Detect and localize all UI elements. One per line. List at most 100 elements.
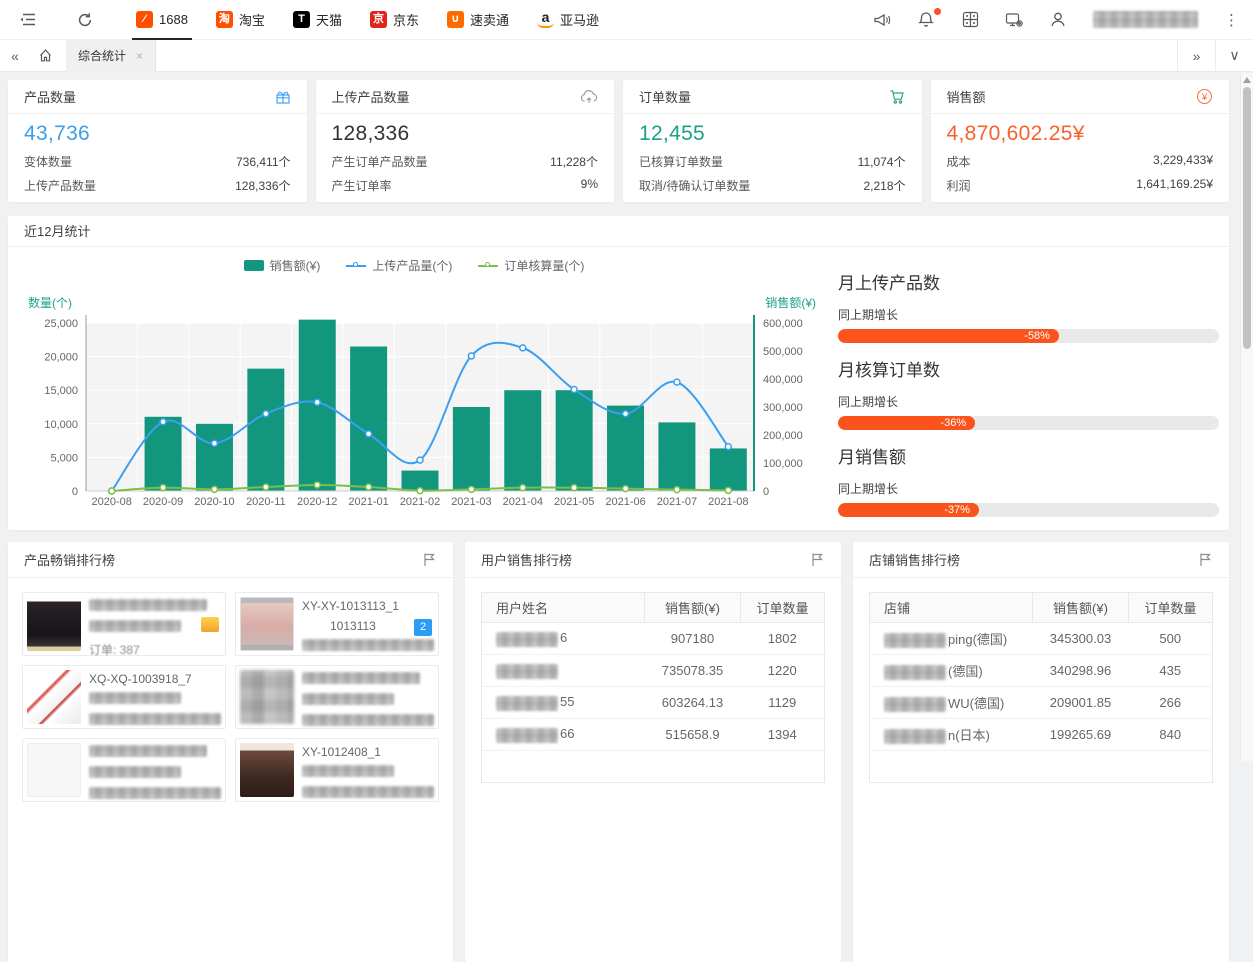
product-text-line [302,672,434,687]
point-上传产品量(个)-2020-09[interactable] [160,419,166,425]
stat-card-value: 12,455 [639,122,906,146]
metric-label: 上传产品数量 [24,177,96,194]
announcement-icon[interactable] [873,11,891,29]
bar-2021-03[interactable] [453,407,490,491]
bar-2020-09[interactable] [145,417,182,491]
point-订单核算量(个)-2021-07[interactable] [674,487,680,493]
vertical-scrollbar[interactable] [1240,73,1253,761]
orders-value: 1802 [741,623,825,655]
point-上传产品量(个)-2021-02[interactable] [417,457,423,463]
svg-text:2020-10: 2020-10 [194,496,234,508]
point-订单核算量(个)-2020-09[interactable] [160,485,166,491]
platform-tab-label: 天猫 [316,10,342,29]
metric-value: 1,641,169.25¥ [1136,177,1213,194]
tabs-dropdown-icon[interactable]: ∨ [1215,40,1253,72]
bar-2020-11[interactable] [247,369,284,491]
flag-icon[interactable] [1198,552,1213,567]
platform-tab-淘宝[interactable]: 淘淘宝 [202,0,279,40]
point-订单核算量(个)-2021-01[interactable] [366,484,372,490]
product-tile[interactable] [22,738,226,802]
point-上传产品量(个)-2021-06[interactable] [623,411,629,417]
legend-item-订单核算量(个)[interactable]: 订单核算量(个) [478,257,584,274]
product-tile[interactable]: 订单: 387 [22,592,226,656]
metric-label: 取消/待确认订单数量 [639,177,750,194]
scrollbar-thumb[interactable] [1243,87,1251,349]
product-text-line [302,786,434,801]
redacted-name [884,697,946,712]
orders-value: 266 [1129,687,1213,719]
legend-item-上传产品量(个)[interactable]: 上传产品量(个) [346,257,452,274]
bar-2021-06[interactable] [607,406,644,491]
device-settings-icon[interactable] [1005,11,1023,29]
refresh-icon[interactable] [76,11,94,29]
product-text-line [89,713,221,728]
product-tile[interactable]: XQ-XQ-1003918_7 [22,665,226,729]
point-上传产品量(个)-2021-08[interactable] [725,444,731,450]
support-person-icon[interactable] [1049,11,1067,29]
column-header-用户姓名: 用户姓名 [482,593,645,623]
point-订单核算量(个)-2021-08[interactable] [725,487,731,493]
point-订单核算量(个)-2020-10[interactable] [211,486,217,492]
product-image-light [27,743,81,797]
user-ranking-title: 用户销售排行榜 [481,550,572,569]
collapse-menu-icon[interactable] [18,11,36,29]
growth-title: 月核算订单数 [838,356,1219,381]
platform-tab-速卖通[interactable]: ∪速卖通 [433,0,523,40]
platform-tab-京东[interactable]: 京京东 [356,0,433,40]
stat-card-metric: 成本3,229,433¥ [947,153,1214,170]
store-name-cell: WU(德国) [870,687,1033,719]
point-订单核算量(个)-2021-02[interactable] [417,488,423,494]
tabs-scroll-right-icon[interactable]: » [1177,40,1215,72]
notification-bell-icon[interactable] [917,11,935,29]
point-订单核算量(个)-2020-11[interactable] [263,484,269,490]
stat-card-header: 上传产品数量 [316,80,615,114]
point-订单核算量(个)-2021-03[interactable] [468,486,474,492]
product-image-phone [240,597,294,651]
tabs-scroll-left-icon[interactable]: « [0,48,30,64]
product-tile[interactable] [235,665,439,729]
point-上传产品量(个)-2020-11[interactable] [263,411,269,417]
sales-value [645,751,741,783]
svg-text:2021-07: 2021-07 [657,496,697,508]
platform-tab-1688[interactable]: ⁄1688 [122,0,202,40]
stat-card-title: 产品数量 [24,87,76,106]
point-上传产品量(个)-2020-12[interactable] [314,399,320,405]
home-icon[interactable] [30,48,60,63]
point-上传产品量(个)-2021-07[interactable] [674,379,680,385]
point-上传产品量(个)-2020-10[interactable] [211,440,217,446]
point-上传产品量(个)-2021-03[interactable] [468,353,474,359]
point-订单核算量(个)-2020-12[interactable] [314,482,320,488]
platform-tab-天猫[interactable]: T天猫 [279,0,356,40]
growth-sublabel: 同上期增长 [838,306,1219,323]
point-上传产品量(个)-2021-04[interactable] [520,345,526,351]
point-上传产品量(个)-2021-05[interactable] [571,387,577,393]
legend-item-销售额(¥)[interactable]: 销售额(¥) [244,257,321,274]
point-订单核算量(个)-2021-06[interactable] [623,486,629,492]
bar-2021-07[interactable] [658,422,695,491]
product-text: XQ-XQ-1003918_7 [89,672,192,686]
flag-icon[interactable] [810,552,825,567]
platform-tab-亚马逊[interactable]: a亚马逊 [523,0,613,40]
product-tile[interactable]: XY-XY-1013113_110131132 [235,592,439,656]
tab-close-icon[interactable]: × [136,49,143,63]
svg-text:2021-02: 2021-02 [400,496,440,508]
bar-2021-04[interactable] [504,390,541,491]
bar-2021-05[interactable] [556,390,593,491]
flag-icon[interactable] [422,552,437,567]
scroll-up-arrow-icon[interactable] [1243,77,1251,83]
user-name-cell: 6 [482,623,645,655]
point-订单核算量(个)-2020-08[interactable] [109,488,115,494]
more-options-icon[interactable]: ⋮ [1224,11,1239,29]
bar-2021-08[interactable] [710,448,747,491]
orders-value: 1220 [741,655,825,687]
bar-2020-10[interactable] [196,424,233,491]
point-订单核算量(个)-2021-04[interactable] [520,485,526,491]
user-name-redacted[interactable] [1093,11,1198,28]
apps-grid-icon[interactable] [961,11,979,29]
tab-comprehensive-statistics[interactable]: 综合统计 × [66,40,156,72]
bar-2021-01[interactable] [350,347,387,491]
metric-label: 产生订单产品数量 [332,153,428,170]
product-tile[interactable]: XY-1012408_1 [235,738,439,802]
point-订单核算量(个)-2021-05[interactable] [571,485,577,491]
point-上传产品量(个)-2021-01[interactable] [366,431,372,437]
